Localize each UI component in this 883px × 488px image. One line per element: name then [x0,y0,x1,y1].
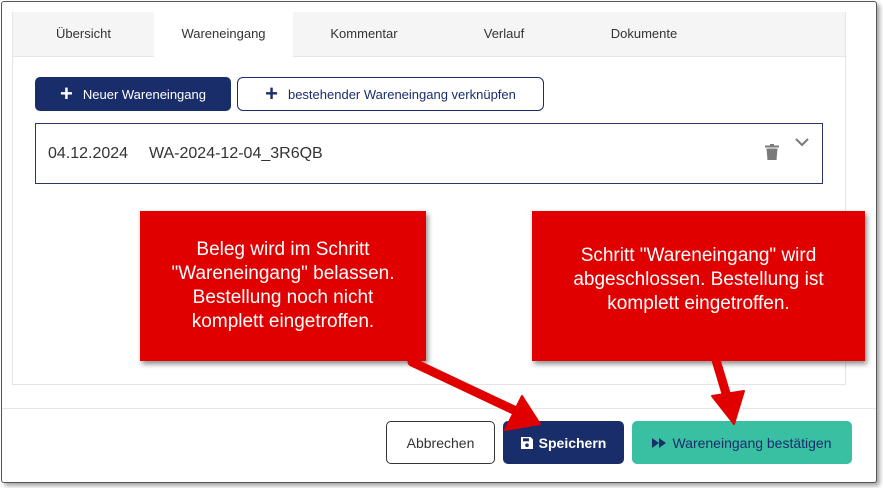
cancel-button[interactable]: Abbrechen [386,421,495,464]
fast-forward-icon [652,437,667,448]
link-goods-receipt-label: bestehender Wareneingang verknüpfen [287,86,516,102]
tab-dokumente[interactable]: Dokumente [573,12,715,56]
callout-confirm-explanation: Schritt "Wareneingang" wird abgeschlosse… [532,211,865,361]
cancel-label: Abbrechen [406,434,475,451]
save-button[interactable]: Speichern [503,421,624,464]
entry-date: 04.12.2024 [48,145,129,162]
tab-verlauf[interactable]: Verlauf [435,12,573,56]
callout-right-line: Schritt "Wareneingang" wird [580,245,817,266]
callout-right-line: abgeschlossen. Bestellung ist [573,269,824,290]
confirm-label: Wareneingang bestätigen [672,434,832,451]
plus-icon: + [265,81,278,106]
confirm-goods-receipt-button[interactable]: Wareneingang bestätigen [632,421,852,464]
new-goods-receipt-label: Neuer Wareneingang [82,86,206,102]
footer-divider [2,408,876,409]
goods-receipt-entry[interactable]: 04.12.2024 WA-2024-12-04_3R6QB [35,123,823,184]
callout-right-line: komplett eingetroffen. [607,293,790,314]
tab-bar: Übersicht Wareneingang Kommentar Verlauf… [13,12,845,57]
link-goods-receipt-button[interactable]: + bestehender Wareneingang verknüpfen [237,77,544,111]
trash-icon[interactable] [765,144,779,160]
tab-kommentar[interactable]: Kommentar [293,12,435,56]
chevron-down-icon[interactable] [794,136,810,148]
floppy-disk-icon [520,436,533,449]
save-label: Speichern [538,434,607,451]
callout-left-line: komplett eingetroffen. [191,311,375,332]
tab-uebersicht[interactable]: Übersicht [13,12,154,56]
callout-left-line: "Wareneingang" belassen. [171,263,395,284]
callout-left-line: Beleg wird im Schritt [196,239,370,260]
entry-number: WA-2024-12-04_3R6QB [149,145,323,162]
plus-icon: + [60,81,73,106]
new-goods-receipt-button[interactable]: + Neuer Wareneingang [35,77,231,111]
callout-save-explanation: Beleg wird im Schritt "Wareneingang" bel… [140,211,426,361]
tab-wareneingang[interactable]: Wareneingang [154,12,293,57]
callout-left-line: Bestellung noch nicht [192,287,374,308]
